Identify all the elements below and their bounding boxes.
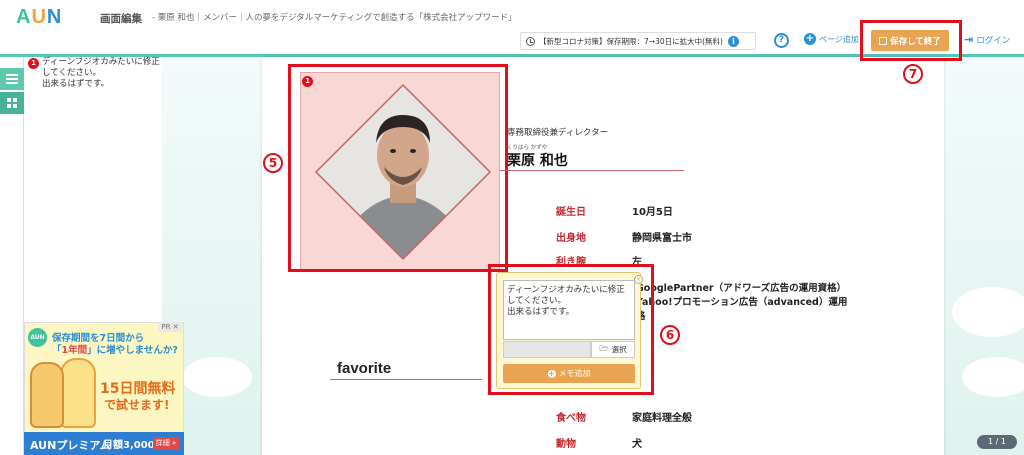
login-link[interactable]: ⇥ ログイン	[964, 33, 1010, 46]
annotation-number-6: 6	[660, 325, 680, 345]
ad-try-text: で試せます!	[104, 398, 170, 412]
favorite-label-animal: 動物	[556, 439, 576, 450]
job-title: 専務取締役兼ディレクター	[507, 128, 609, 138]
qualification-line-2: Yahoo!プロモーション広告（advanced）運用	[636, 297, 848, 308]
ad-free-trial-text: 15日間無料	[100, 381, 176, 397]
ad-character-illustration	[60, 358, 96, 428]
cloud-decoration	[962, 357, 1024, 397]
annotation-number-5-text: 5	[268, 156, 278, 170]
notice-text: 【新型コロナ対策】保存期限：7→30日に拡大中(無料)	[539, 36, 723, 46]
profile-label-hometown: 出身地	[556, 233, 586, 244]
name-underline	[500, 170, 684, 171]
ad-logo: AUN	[28, 328, 47, 347]
grid-icon	[7, 98, 17, 108]
cloud-decoration	[952, 287, 1024, 337]
page-subtitle: - 栗原 和也｜メンバー｜人の夢をデジタルマーケティングで創造する「株式会社アッ…	[152, 13, 517, 23]
ad-headline-2-post: 」に増やしませんか?	[87, 345, 178, 356]
favorite-value-food: 家庭料理全般	[632, 413, 692, 424]
cloud-decoration	[182, 357, 252, 397]
annotation-frame-memo	[488, 264, 654, 395]
profile-value-hometown: 静岡県富士市	[632, 233, 692, 244]
add-page-label: ページ追加	[819, 34, 859, 44]
ad-details-button[interactable]: 詳細 »	[153, 437, 179, 450]
page-title: 画面編集	[100, 13, 142, 25]
favorite-underline	[330, 379, 482, 380]
profile-name: 栗原 和也	[507, 153, 568, 169]
profile-value-birthday: 10月5日	[632, 207, 673, 218]
annotation-frame-photo	[288, 64, 508, 272]
annotation-number-7-text: 7	[908, 67, 918, 81]
help-icon[interactable]: ?	[774, 33, 789, 48]
add-page-button[interactable]: + ページ追加	[804, 33, 859, 45]
annotation-number-6-text: 6	[665, 328, 675, 342]
page-grid-tab[interactable]	[0, 92, 24, 114]
page-counter[interactable]: 1 / 1	[977, 435, 1017, 449]
login-label: ログイン	[976, 35, 1011, 46]
ad-character-illustration	[30, 362, 64, 428]
list-icon	[6, 74, 18, 84]
ad-pr-label[interactable]: PR ✕	[158, 322, 182, 332]
ad-brand: AUNプレミアム	[30, 439, 111, 452]
plus-circle-icon: +	[804, 33, 816, 45]
favorite-value-animal: 犬	[632, 439, 642, 450]
annotation-number-7: 7	[903, 64, 923, 84]
left-rail	[0, 57, 24, 455]
annotation-number-5: 5	[263, 153, 283, 173]
ad-headline-2: 「1年間」に増やしませんか?	[52, 342, 178, 356]
favorite-heading: favorite	[337, 360, 392, 377]
memo-list-item[interactable]: ディーンフジオカみたいに修正してください。 出来るはずです。	[42, 57, 160, 90]
memo-list-tab[interactable]	[0, 68, 24, 90]
info-icon[interactable]: i	[727, 35, 739, 47]
annotation-frame-save	[860, 20, 962, 61]
memo-number-badge: 1	[28, 58, 39, 69]
app-logo[interactable]: AUN	[16, 6, 62, 29]
profile-label-birthday: 誕生日	[556, 207, 586, 218]
favorite-label-food: 食べ物	[556, 413, 586, 424]
ad-headline-2-pre: 「	[52, 345, 62, 356]
ad-headline-2-emphasis: 1年間	[61, 345, 88, 356]
retention-notice: 【新型コロナ対策】保存期限：7→30日に拡大中(無料) i	[520, 32, 756, 50]
login-icon: ⇥	[964, 33, 974, 46]
qualification-line-1: GooglePartner（アドワーズ広告の運用資格）	[636, 283, 847, 294]
clock-icon	[526, 36, 535, 46]
